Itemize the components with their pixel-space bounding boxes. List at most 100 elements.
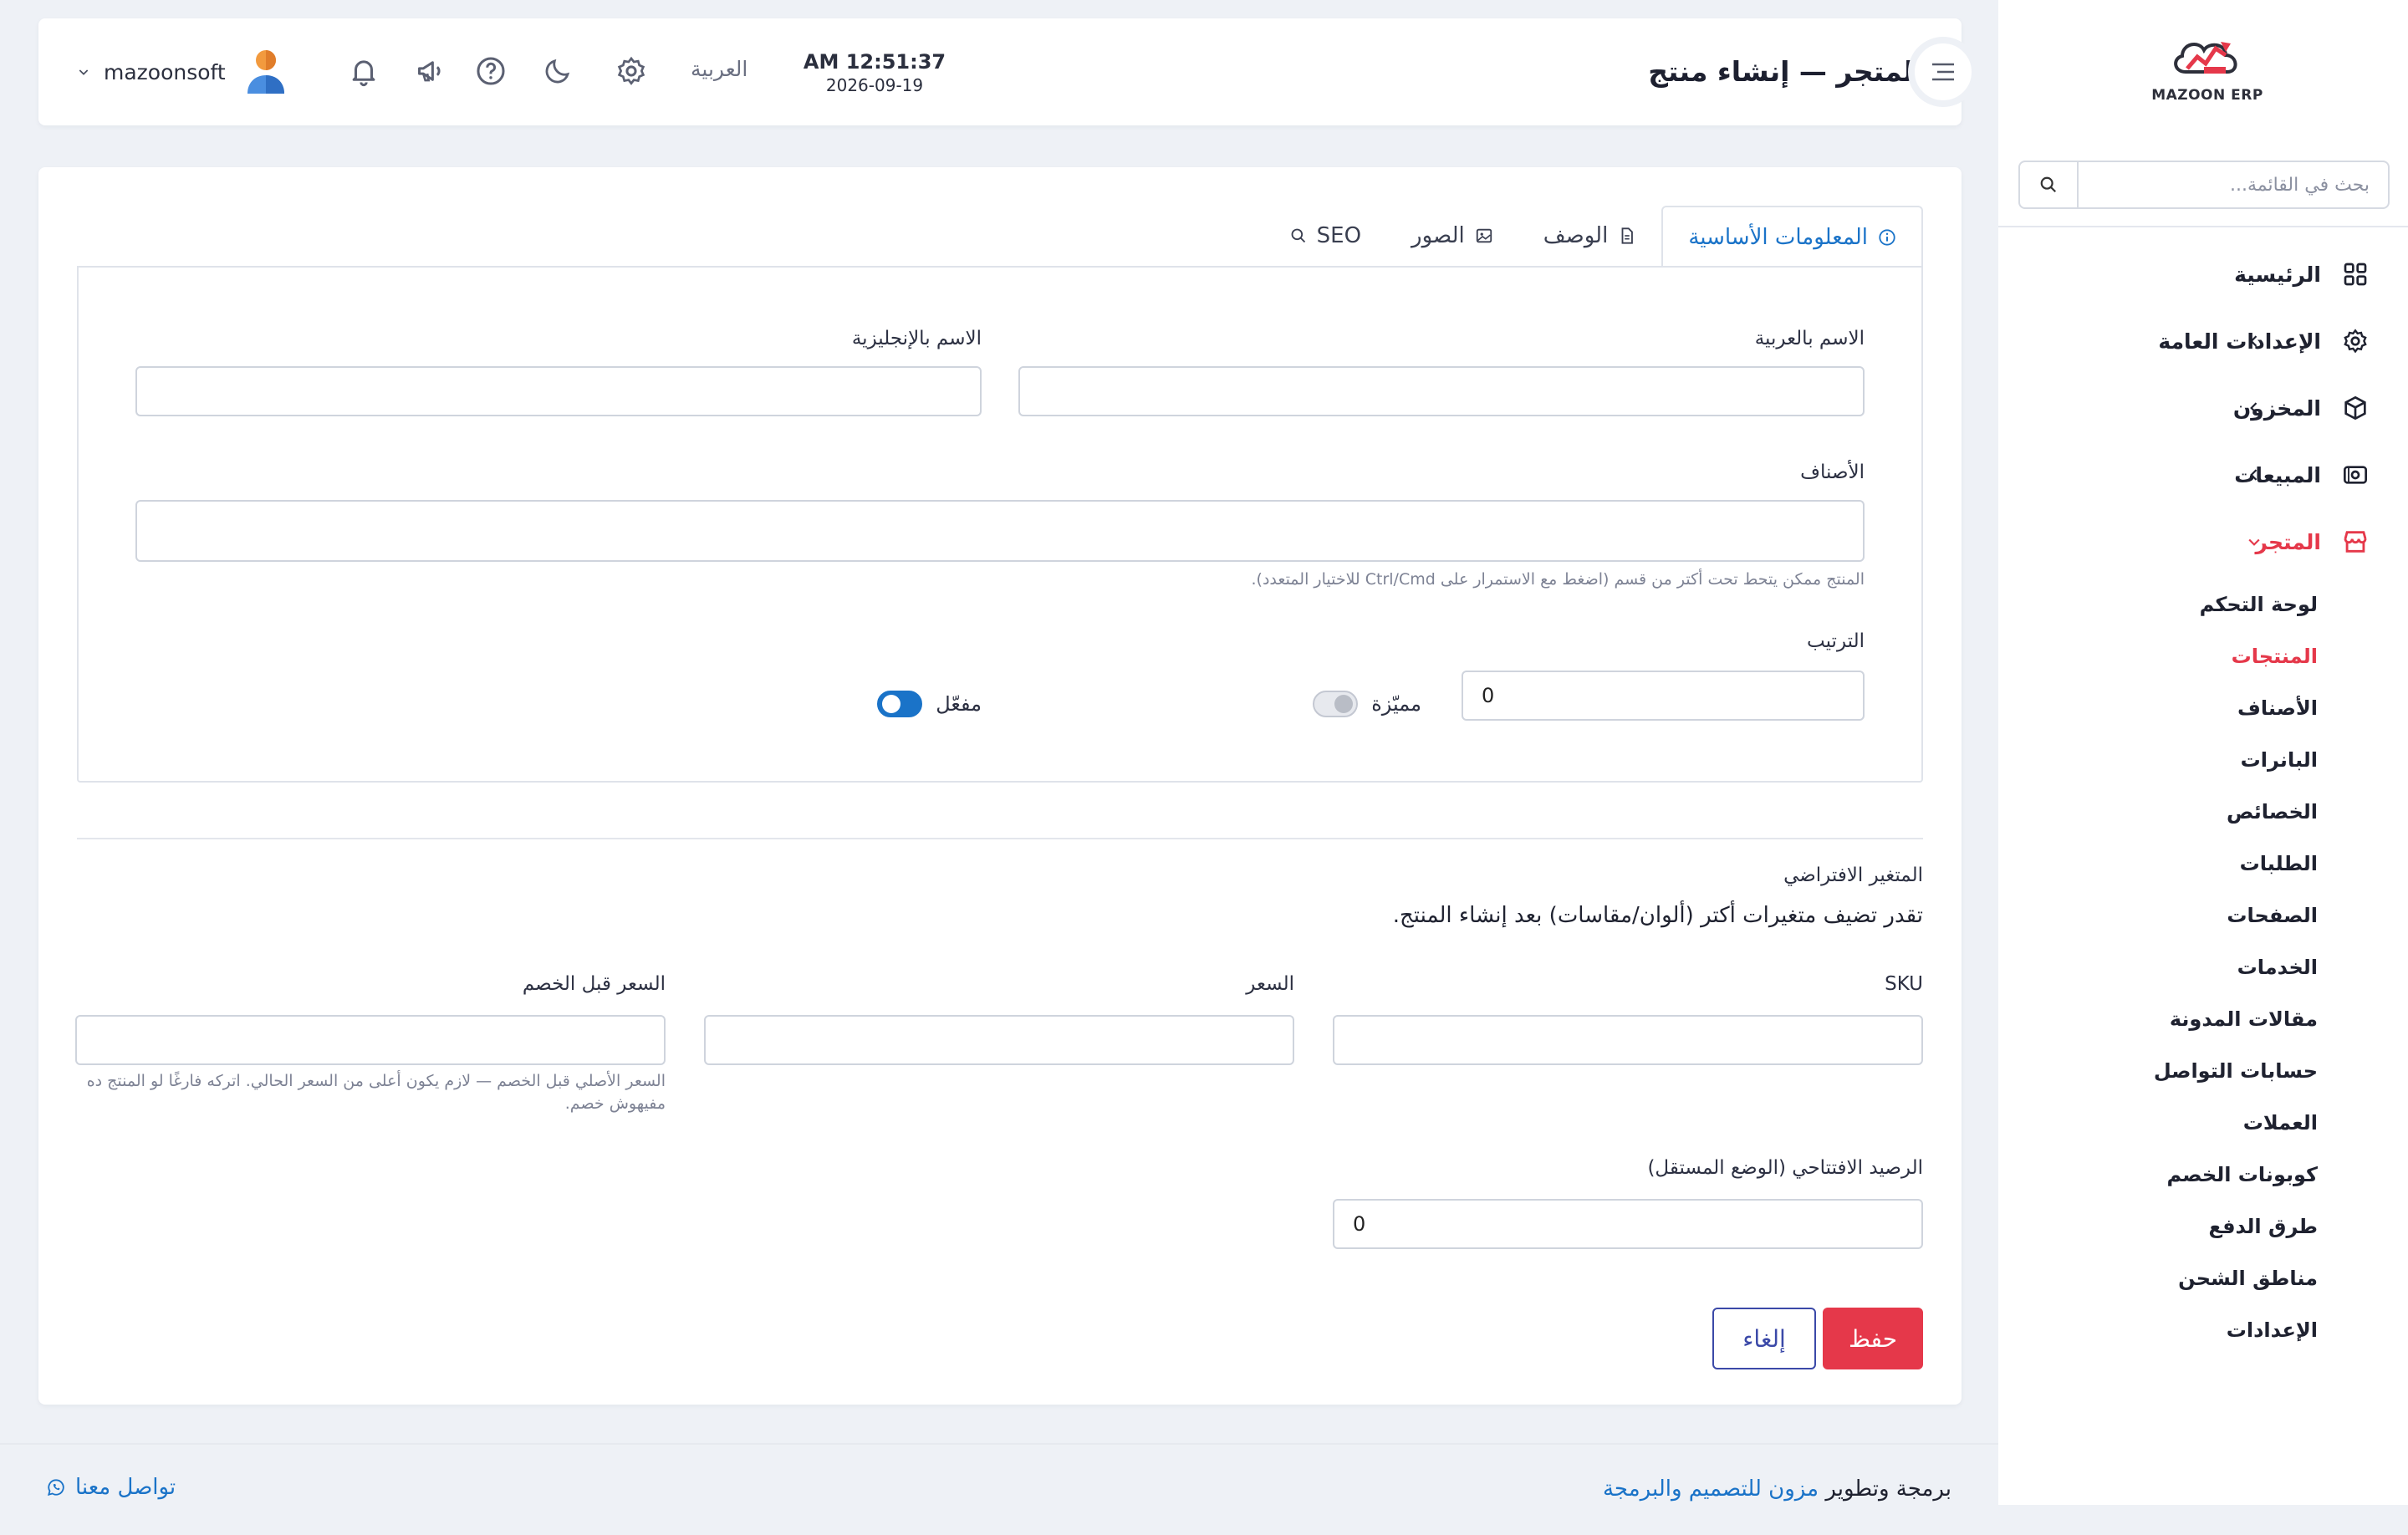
sidebar-item-general-settings[interactable]: الإعدادات العامة: [1998, 308, 2408, 375]
order-input[interactable]: [1462, 671, 1865, 721]
sidebar-subitem-services[interactable]: الخدمات: [1998, 941, 2408, 993]
price-input[interactable]: [704, 1015, 1294, 1065]
opening-balance-label: الرصيد الافتتاحي (الوضع المستقل): [1647, 1157, 1923, 1179]
sidebar-subitem-categories[interactable]: الأصناف: [1998, 682, 2408, 734]
sku-input[interactable]: [1333, 1015, 1923, 1065]
chevron-left-icon: [2241, 328, 2268, 354]
language-switcher[interactable]: العربية: [691, 57, 747, 81]
footer-brand-link[interactable]: مزون للتصميم والبرمجة: [1603, 1476, 1819, 1502]
toggle-knob: [1334, 695, 1354, 713]
tab-seo[interactable]: SEO: [1285, 206, 1386, 266]
basic-info-panel: الاسم بالعربية الاسم بالإنجليزية الأصناف…: [77, 266, 1923, 783]
order-label: الترتيب: [1807, 630, 1865, 652]
gear-icon: [617, 56, 645, 85]
sidebar-subitem-products[interactable]: المنتجات: [1998, 630, 2408, 682]
sidebar-subitem-settings[interactable]: الإعدادات: [1998, 1304, 2408, 1356]
contact-us-link[interactable]: تواصل معنا: [47, 1475, 176, 1500]
gear-icon: [2341, 327, 2370, 355]
name-en-input[interactable]: [135, 366, 982, 416]
sku-label: SKU: [1885, 973, 1923, 995]
sidebar-subitem-attributes[interactable]: الخصائص: [1998, 786, 2408, 838]
name-ar-label: الاسم بالعربية: [1754, 328, 1865, 349]
dark-mode-button[interactable]: [538, 52, 577, 90]
variant-description: تقدر تضيف متغيرات أكتر (ألوان/مقاسات) بع…: [1392, 903, 1923, 928]
categories-hint: المنتج ممكن يتحط تحت أكتر من قسم (اضغط م…: [1251, 570, 1865, 589]
tab-images[interactable]: الصور: [1386, 206, 1518, 266]
tab-label: المعلومات الأساسية: [1688, 225, 1868, 250]
clock: AM 12:51:37 2026-09-19: [791, 50, 958, 95]
user-menu[interactable]: mazoonsoft: [77, 48, 288, 95]
name-ar-input[interactable]: [1018, 366, 1865, 416]
announcements-button[interactable]: [411, 52, 450, 90]
sidebar-item-label: الرئيسية: [2234, 262, 2321, 287]
tab-label: الوصف: [1543, 223, 1609, 248]
moon-icon: [545, 59, 570, 84]
tab-description[interactable]: الوصف: [1518, 206, 1662, 266]
chevron-left-icon: [2241, 395, 2268, 421]
logo[interactable]: MAZOON ERP: [2149, 33, 2266, 117]
section-divider: [77, 838, 1923, 839]
variant-title: المتغير الافتراضي: [1783, 864, 1923, 886]
categories-select[interactable]: [135, 500, 1865, 562]
settings-button[interactable]: [612, 52, 650, 90]
sidebar-item-label: الإعدادات العامة: [2158, 329, 2321, 354]
sidebar-item-home[interactable]: الرئيسية: [1998, 241, 2408, 308]
cash-icon: [2341, 461, 2370, 489]
chevron-left-icon: [2241, 462, 2268, 488]
compare-price-hint: السعر الأصلي قبل الخصم — لازم يكون أعلى …: [86, 1072, 666, 1113]
logo-graphic-icon: [2174, 42, 2237, 74]
store-icon: [2341, 528, 2370, 556]
grid-icon: [2341, 260, 2370, 288]
help-icon: [477, 57, 505, 85]
footer-credit-prefix: برمجة وتطوير: [1825, 1476, 1951, 1502]
sidebar-divider: [1998, 226, 2408, 227]
help-button[interactable]: [472, 52, 510, 90]
toggle-knob: [882, 695, 901, 713]
sidebar-subitem-dashboard[interactable]: لوحة التحكم: [1998, 579, 2408, 630]
whatsapp-icon: [47, 1479, 64, 1497]
document-icon: [1621, 227, 1634, 244]
sidebar-search-button[interactable]: [2020, 162, 2079, 207]
compare-price-input[interactable]: [75, 1015, 666, 1065]
featured-toggle[interactable]: [1313, 691, 1359, 717]
opening-balance-input[interactable]: [1333, 1199, 1923, 1249]
search-icon: [1291, 228, 1305, 243]
sidebar-subitem-currencies[interactable]: العملات: [1998, 1097, 2408, 1149]
sidebar-search-input[interactable]: [2079, 162, 2388, 207]
save-button[interactable]: حفظ: [1823, 1308, 1923, 1369]
footer-divider: [0, 1443, 1998, 1445]
sidebar-subitem-banners[interactable]: البانرات: [1998, 734, 2408, 786]
sidebar-item-sales[interactable]: المبيعات: [1998, 441, 2408, 508]
bell-icon: [352, 60, 375, 87]
sidebar-subitem-blog-posts[interactable]: مقالات المدونة: [1998, 993, 2408, 1045]
sidebar-subitem-social-accounts[interactable]: حسابات التواصل: [1998, 1045, 2408, 1097]
contact-us-label: تواصل معنا: [75, 1475, 176, 1500]
notifications-button[interactable]: [344, 52, 383, 90]
chevron-down-icon: [2241, 528, 2268, 555]
sidebar-subitem-payment-methods[interactable]: طرق الدفع: [1998, 1201, 2408, 1252]
footer-credit: برمجة وتطوير مزون للتصميم والبرمجة: [1603, 1476, 1951, 1502]
sidebar-item-inventory[interactable]: المخزون: [1998, 375, 2408, 441]
sidebar-subitem-coupons[interactable]: كوبونات الخصم: [1998, 1149, 2408, 1201]
box-icon: [2341, 394, 2370, 422]
cancel-button[interactable]: إلغاء: [1712, 1308, 1816, 1369]
avatar: [247, 50, 284, 94]
page-title: المتجر — إنشاء منتج: [1648, 55, 1923, 88]
enabled-toggle[interactable]: [877, 691, 923, 717]
sidebar-subitem-pages[interactable]: الصفحات: [1998, 890, 2408, 941]
sidebar: MAZOON ERP الرئيسية الإعدادات العامة الم…: [1998, 0, 2408, 1505]
form-tabs: المعلومات الأساسية الوصف الصور SEO: [77, 206, 1923, 268]
sidebar-search: [2018, 161, 2390, 209]
clock-date: 2026-09-19: [825, 75, 924, 95]
price-label: السعر: [1246, 973, 1294, 995]
sidebar-subitem-orders[interactable]: الطلبات: [1998, 838, 2408, 890]
tab-basic-info[interactable]: المعلومات الأساسية: [1661, 206, 1923, 268]
tab-label: SEO: [1316, 223, 1362, 248]
sidebar-subitem-shipping-zones[interactable]: مناطق الشحن: [1998, 1252, 2408, 1304]
hamburger-icon: [1932, 63, 1954, 81]
menu-toggle-button[interactable]: [1908, 37, 1978, 107]
sidebar-menu: الرئيسية الإعدادات العامة المخزون المبيع…: [1998, 241, 2408, 1356]
username: mazoonsoft: [104, 59, 226, 84]
sidebar-item-store[interactable]: المتجر: [1998, 508, 2408, 575]
megaphone-icon: [418, 61, 441, 82]
